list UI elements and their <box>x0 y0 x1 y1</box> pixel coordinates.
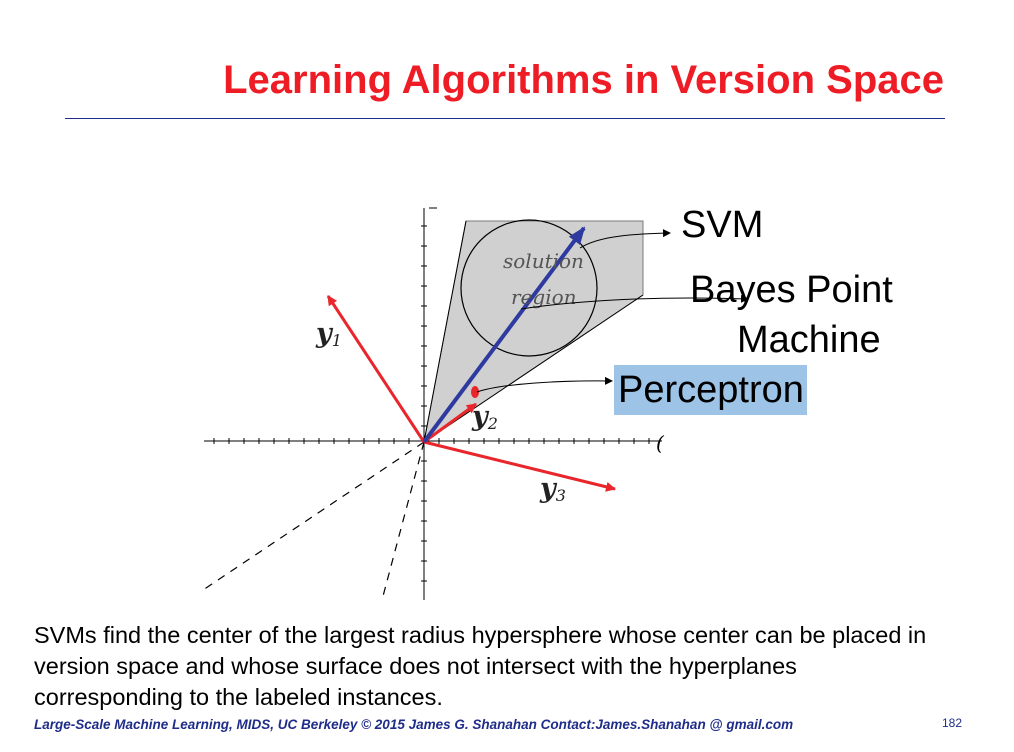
vector-y1-arrow <box>326 295 426 443</box>
region-label-line1: solution <box>503 249 584 273</box>
bayes-point-machine-callout-label: Bayes Point Machine <box>690 265 893 365</box>
perceptron-callout-label: Perceptron <box>614 365 807 415</box>
slide-body-text: SVMs find the center of the largest radi… <box>34 622 927 710</box>
vector-y2-label: y2 <box>471 401 498 433</box>
svm-callout-label: SVM <box>681 204 764 246</box>
bpm-line2: Machine <box>737 319 881 361</box>
bpm-line1: Bayes Point <box>690 269 893 311</box>
vector-y3-arrow <box>423 440 616 492</box>
slide-footer: Large-Scale Machine Learning, MIDS, UC B… <box>34 717 794 732</box>
vector-y1-label: y1 <box>315 318 342 350</box>
hyperplanes-dashed <box>202 441 425 601</box>
vector-y3-label: y3 <box>539 473 566 505</box>
axis-end-mark: ( <box>656 431 665 455</box>
page-number: 182 <box>942 716 963 730</box>
